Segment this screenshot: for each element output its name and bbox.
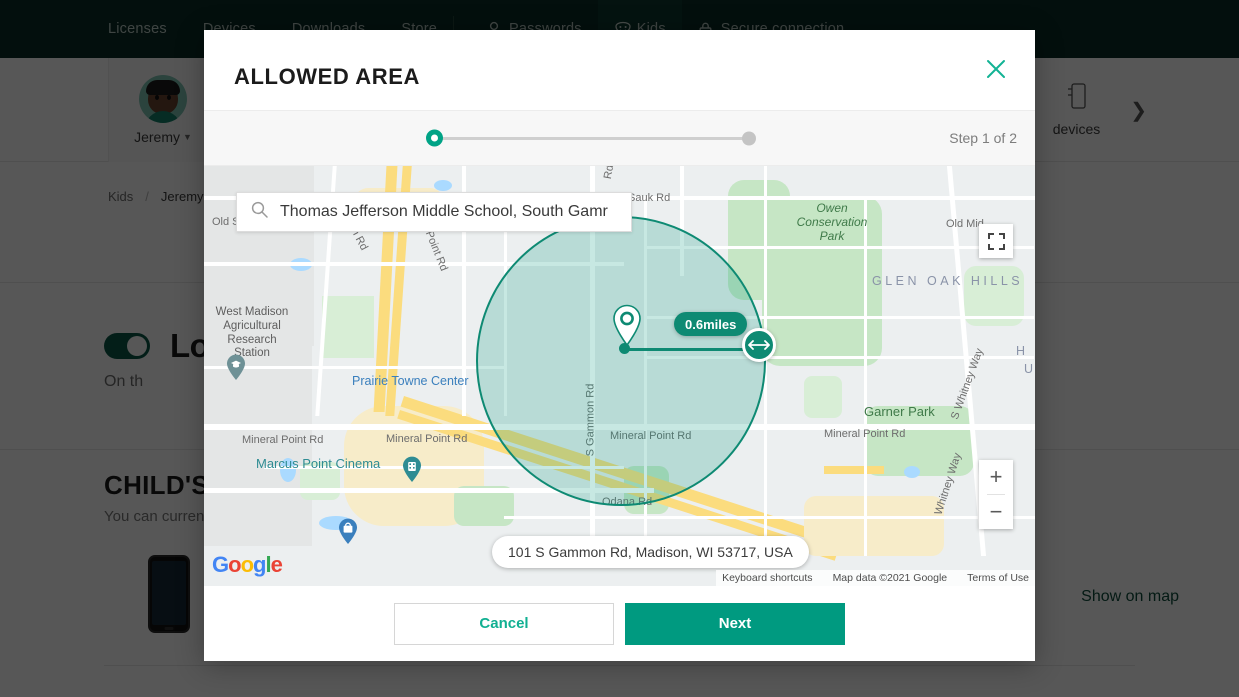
map-data-credit: Map data ©2021 Google (832, 572, 948, 584)
location-pin-marker[interactable] (612, 304, 642, 347)
google-logo: Google (212, 552, 283, 578)
search-input[interactable] (280, 203, 617, 221)
search-icon (251, 201, 268, 223)
modal-footer: Cancel Next (204, 586, 1035, 661)
modal-header: ALLOWED AREA (204, 30, 1035, 111)
zoom-out-button[interactable]: − (979, 495, 1013, 529)
screen-root: Licenses Devices Downloads Store Passwor… (0, 0, 1239, 697)
google-logo-letter: o (240, 552, 254, 577)
cinema-poi-pin[interactable] (402, 456, 422, 483)
map-attribution: Keyboard shortcuts Map data ©2021 Google… (716, 570, 1035, 586)
terms-of-use-link[interactable]: Terms of Use (967, 572, 1029, 584)
google-logo-letter: g (253, 552, 266, 577)
fullscreen-button[interactable] (979, 224, 1013, 258)
step-counter-label: Step 1 of 2 (949, 130, 1017, 146)
place-search-box[interactable] (236, 192, 632, 232)
step-indicator-bar: Step 1 of 2 (204, 111, 1035, 166)
map-area[interactable]: Old S Sauk Rd Rd Old Mid Owen Conservati… (204, 166, 1035, 586)
center-dot (619, 343, 630, 354)
zoom-in-button[interactable]: + (979, 460, 1013, 494)
address-tooltip: 101 S Gammon Rd, Madison, WI 53717, USA (492, 536, 809, 568)
google-logo-letter: o (228, 552, 241, 577)
step-dot-2[interactable] (742, 131, 756, 145)
google-logo-letter: e (270, 552, 283, 577)
school-poi-pin[interactable] (226, 354, 246, 381)
keyboard-shortcuts-link[interactable]: Keyboard shortcuts (722, 572, 812, 584)
allowed-area-circle[interactable] (476, 216, 766, 506)
allowed-area-modal: ALLOWED AREA Step 1 of 2 Old S Sauk Rd R… (204, 30, 1035, 661)
radius-line (623, 348, 755, 351)
close-icon[interactable] (979, 52, 1013, 86)
cancel-button[interactable]: Cancel (394, 602, 614, 645)
page-title: ALLOWED AREA (234, 64, 421, 89)
radius-badge: 0.6miles (674, 312, 748, 336)
radius-drag-handle[interactable] (742, 328, 776, 362)
next-button[interactable]: Next (625, 602, 845, 645)
step-dot-1[interactable] (426, 129, 443, 147)
shopping-poi-pin[interactable] (338, 518, 358, 545)
step-progress (426, 129, 756, 147)
google-logo-letter: G (212, 552, 229, 577)
map-zoom-controls: + − (979, 460, 1013, 529)
step-progress-line (435, 136, 747, 140)
